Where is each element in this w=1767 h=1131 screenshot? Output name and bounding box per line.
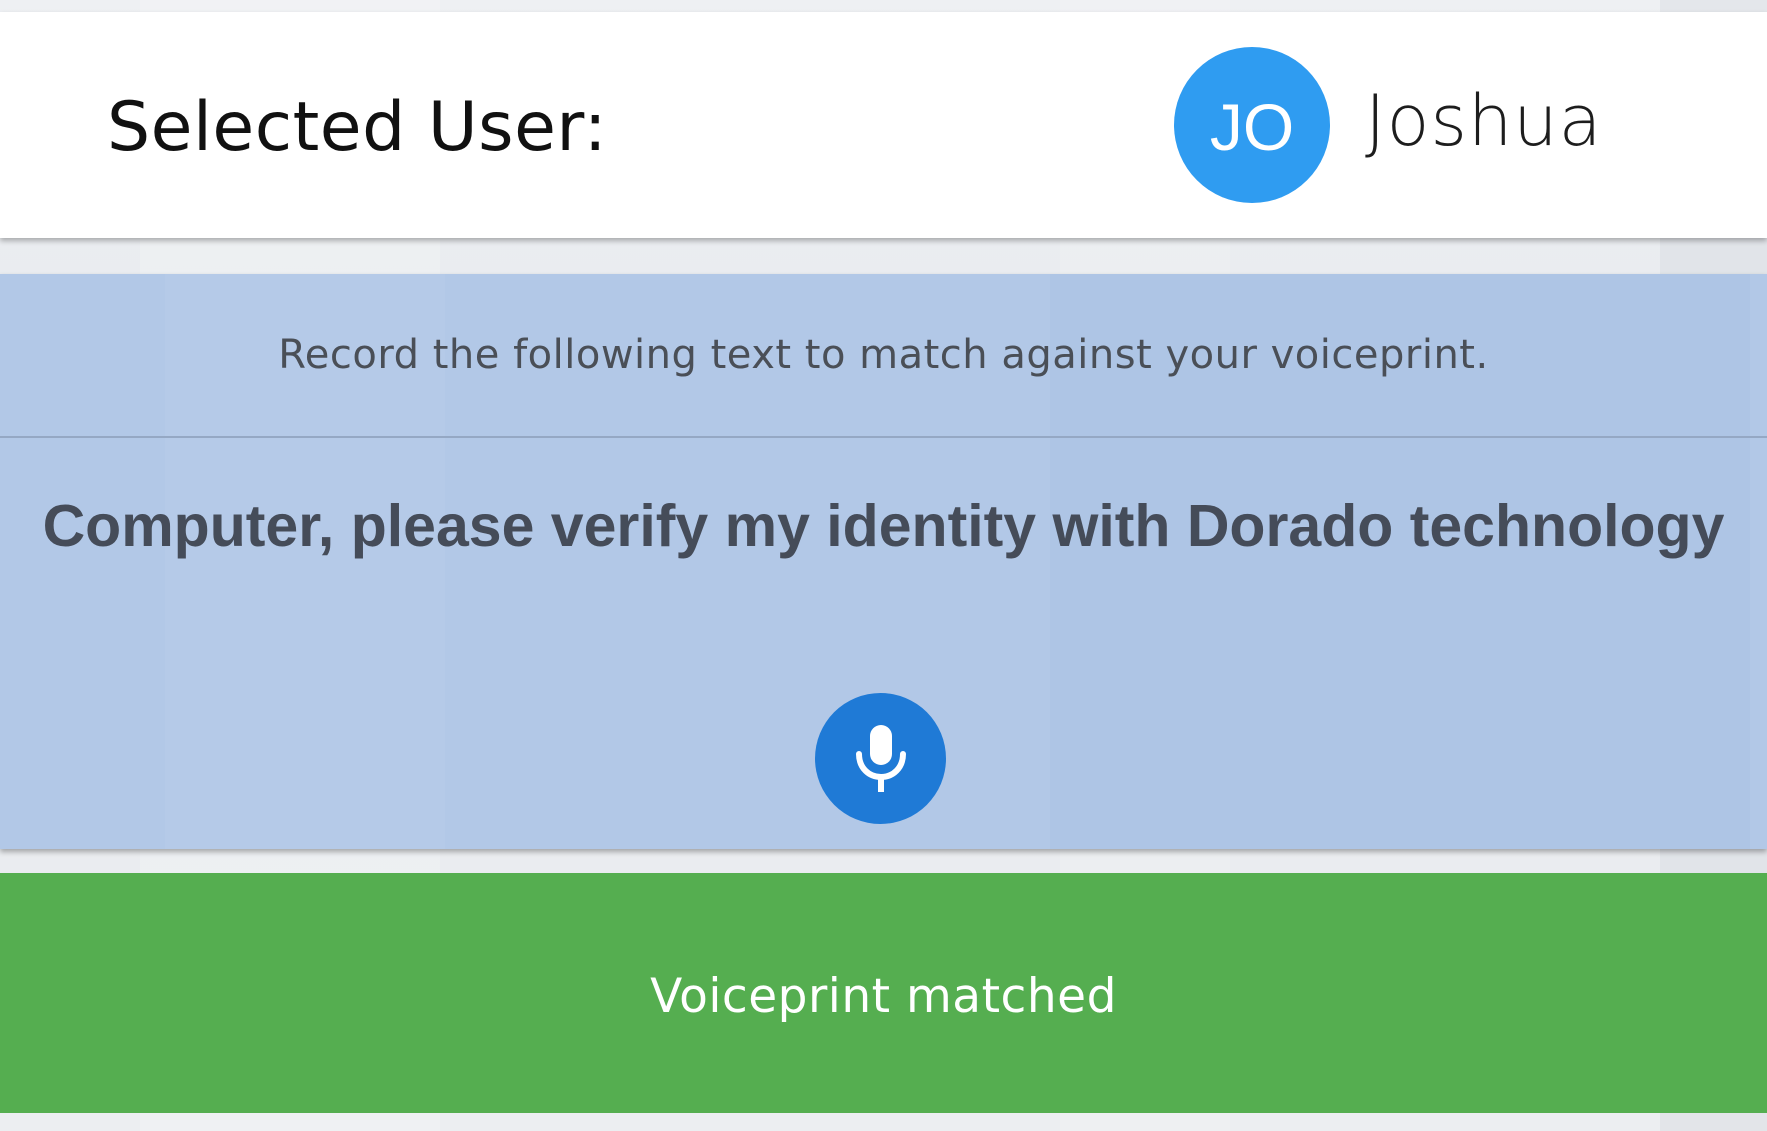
status-message: Voiceprint matched (650, 968, 1117, 1024)
verification-phrase: Computer, please verify my identity with… (42, 493, 1725, 559)
panel-divider (0, 436, 1767, 438)
selected-user-label: Selected User: (107, 88, 608, 167)
voiceprint-recording-panel: Record the following text to match again… (0, 274, 1767, 849)
recording-instruction: Record the following text to match again… (278, 332, 1489, 378)
selected-user-card: Selected User: JO Joshua (0, 12, 1767, 238)
record-button[interactable] (815, 693, 946, 824)
user-name: Joshua (1365, 80, 1603, 162)
user-avatar: JO (1174, 47, 1330, 203)
voiceprint-status-banner: Voiceprint matched (0, 873, 1767, 1113)
microphone-icon (855, 724, 906, 792)
